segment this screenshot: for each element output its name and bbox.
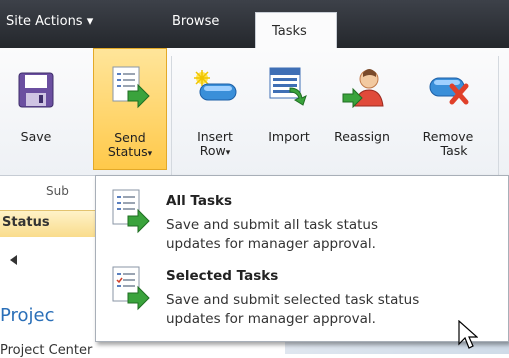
status-header: Status [0,210,95,237]
menu-item-desc-1: Save and submit all task status [166,217,379,233]
dropdown-arrow-icon: ▾ [225,148,231,158]
tab-site-actions[interactable]: Site Actions ▾ [6,14,93,29]
all-tasks-icon [112,189,150,234]
save-icon [18,72,54,108]
send-status-icon [112,66,150,109]
menu-item-desc-2: updates for manager approval. [166,236,376,252]
menu-item-title: All Tasks [166,193,233,209]
send-status-label-2-wrap: Status▾ [94,145,166,161]
reassign-icon [342,69,384,108]
project-center-link[interactable]: Project Center [0,343,92,358]
import-icon [269,67,307,106]
insert-row-label-1: Insert [197,129,233,144]
reassign-button[interactable]: Reassign [327,48,397,168]
ribbon: Save Send Status▾ Insert Row▾ Import Rea… [0,48,509,204]
selected-tasks-icon [112,266,150,311]
send-status-button[interactable]: Send Status▾ [93,48,167,170]
save-button[interactable]: Save [6,48,66,168]
tab-tasks[interactable]: Tasks [255,12,337,48]
mouse-cursor-icon [458,320,478,349]
tab-tasks-label: Tasks [272,24,307,39]
menu-item-all-tasks[interactable]: All Tasks Save and submit all task statu… [96,180,508,258]
page-title: Projec [0,305,55,326]
insert-row-label-2-wrap: Row▾ [180,144,250,160]
menu-item-desc-2: updates for manager approval. [166,311,376,327]
send-status-label-2: Status [107,144,148,159]
remove-task-label-2: Task [440,143,468,158]
remove-task-button[interactable]: Remove Task [412,48,484,168]
insert-row-icon [194,70,237,101]
import-label: Import [268,129,310,144]
send-status-menu: All Tasks Save and submit all task statu… [95,175,509,342]
tab-browse[interactable]: Browse [172,14,219,29]
insert-row-label-2: Row [199,143,226,158]
import-button[interactable]: Import [258,48,320,168]
reassign-label: Reassign [334,129,390,144]
back-arrow-icon[interactable] [10,255,17,265]
insert-row-button[interactable]: Insert Row▾ [180,48,250,168]
remove-task-icon [429,77,469,105]
dropdown-arrow-icon: ▾ [147,149,153,159]
status-label: Status [2,215,50,230]
save-label: Save [20,129,52,144]
ribbon-tab-bar: Site Actions ▾ Browse Tasks [0,0,509,48]
menu-item-selected-tasks[interactable]: Selected Tasks Save and submit selected … [96,259,508,337]
send-status-label-1: Send [114,130,146,145]
remove-task-label-1: Remove [422,129,474,144]
ribbon-group-label: Sub [46,184,69,198]
menu-item-title: Selected Tasks [166,268,279,284]
menu-item-desc-1: Save and submit selected task status [166,292,420,308]
